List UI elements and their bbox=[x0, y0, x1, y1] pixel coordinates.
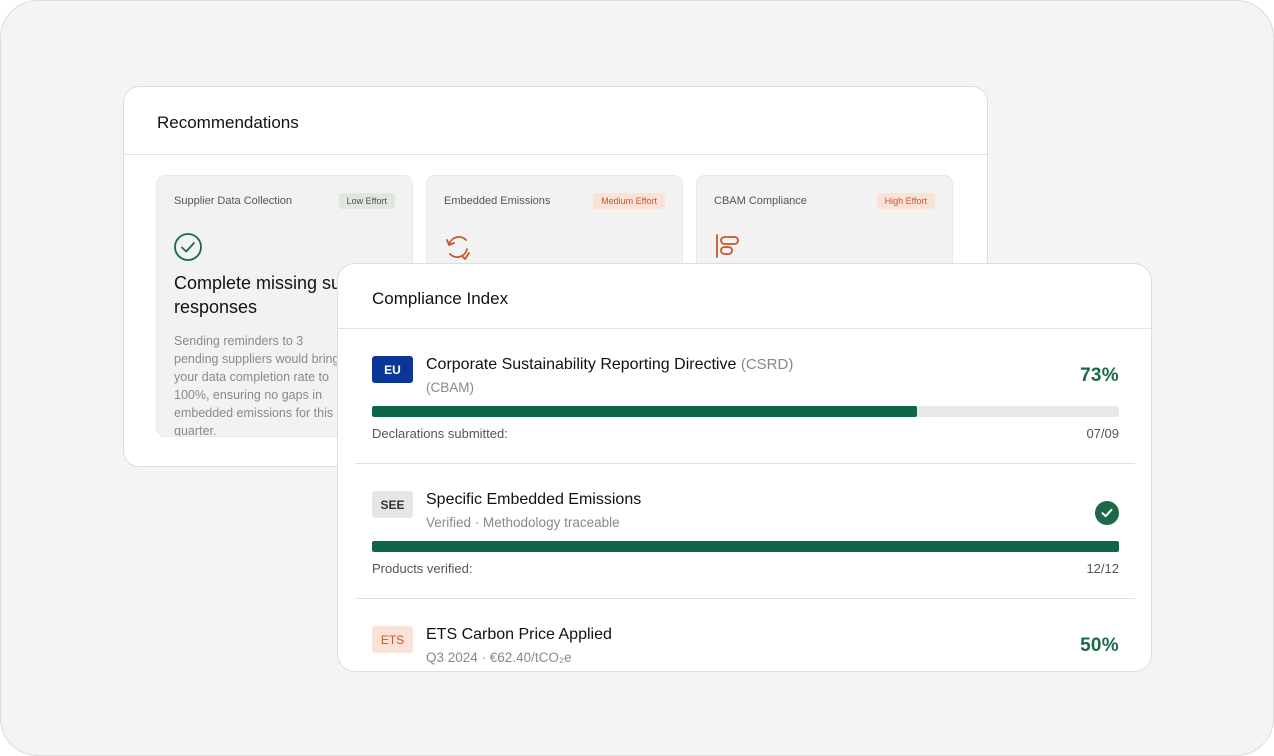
item-percent: 50% bbox=[1080, 635, 1119, 656]
item-subtitle: Q3 2024 · €62.40/tCO₂e bbox=[426, 650, 572, 665]
see-tag: SEE bbox=[372, 491, 413, 518]
item-percent: 73% bbox=[1080, 365, 1119, 386]
compliance-index-header: Compliance Index bbox=[338, 264, 1151, 329]
compliance-item-see[interactable]: SEE Specific Embedded Emissions Verified… bbox=[355, 464, 1135, 599]
card-body: Sending reminders to 3 pending suppliers… bbox=[174, 334, 340, 437]
progress-bar-fill bbox=[372, 541, 1119, 552]
progress-bar bbox=[372, 406, 1119, 417]
eu-tag: EU bbox=[372, 356, 413, 383]
item-title-text: Corporate Sustainability Reporting Direc… bbox=[426, 356, 737, 373]
item-subtitle: (CBAM) bbox=[426, 380, 474, 395]
align-left-icon bbox=[716, 234, 739, 258]
meta-label: Products verified: bbox=[372, 561, 473, 576]
meta-label: Declarations submitted: bbox=[372, 426, 508, 441]
effort-badge: High Effort bbox=[876, 193, 935, 209]
item-title-suffix: (CSRD) bbox=[740, 356, 794, 373]
progress-bar bbox=[372, 541, 1119, 552]
item-title: Corporate Sustainability Reporting Direc… bbox=[426, 356, 793, 374]
meta-value: 12/12 bbox=[1086, 561, 1119, 576]
app-frame: Recommendations Supplier Data Collection… bbox=[0, 0, 1274, 756]
check-circle-filled-icon bbox=[1095, 501, 1119, 525]
item-title: Specific Embedded Emissions bbox=[426, 491, 642, 508]
card-category: CBAM Compliance bbox=[714, 195, 807, 207]
compliance-item-ets[interactable]: ETS ETS Carbon Price Applied Q3 2024 · €… bbox=[355, 599, 1135, 671]
progress-bar-fill bbox=[372, 406, 918, 417]
meta-value: 07/09 bbox=[1086, 426, 1119, 441]
refresh-icon bbox=[446, 236, 470, 260]
recommendations-title: Recommendations bbox=[157, 113, 299, 132]
effort-badge: Low Effort bbox=[338, 193, 395, 209]
card-category: Supplier Data Collection bbox=[174, 195, 293, 207]
item-subtitle: Verified · Methodology traceable bbox=[426, 515, 620, 530]
compliance-item-csrd[interactable]: EU Corporate Sustainability Reporting Di… bbox=[355, 329, 1135, 464]
compliance-index-title: Compliance Index bbox=[372, 289, 509, 308]
recommendations-header: Recommendations bbox=[124, 87, 987, 155]
compliance-index-panel: Compliance Index EU Corporate Sustainabi… bbox=[337, 263, 1152, 672]
ets-tag: ETS bbox=[372, 626, 413, 653]
effort-badge: Medium Effort bbox=[593, 193, 665, 209]
item-title: ETS Carbon Price Applied bbox=[426, 626, 612, 643]
check-circle-icon bbox=[174, 233, 202, 261]
card-category: Embedded Emissions bbox=[444, 195, 551, 207]
